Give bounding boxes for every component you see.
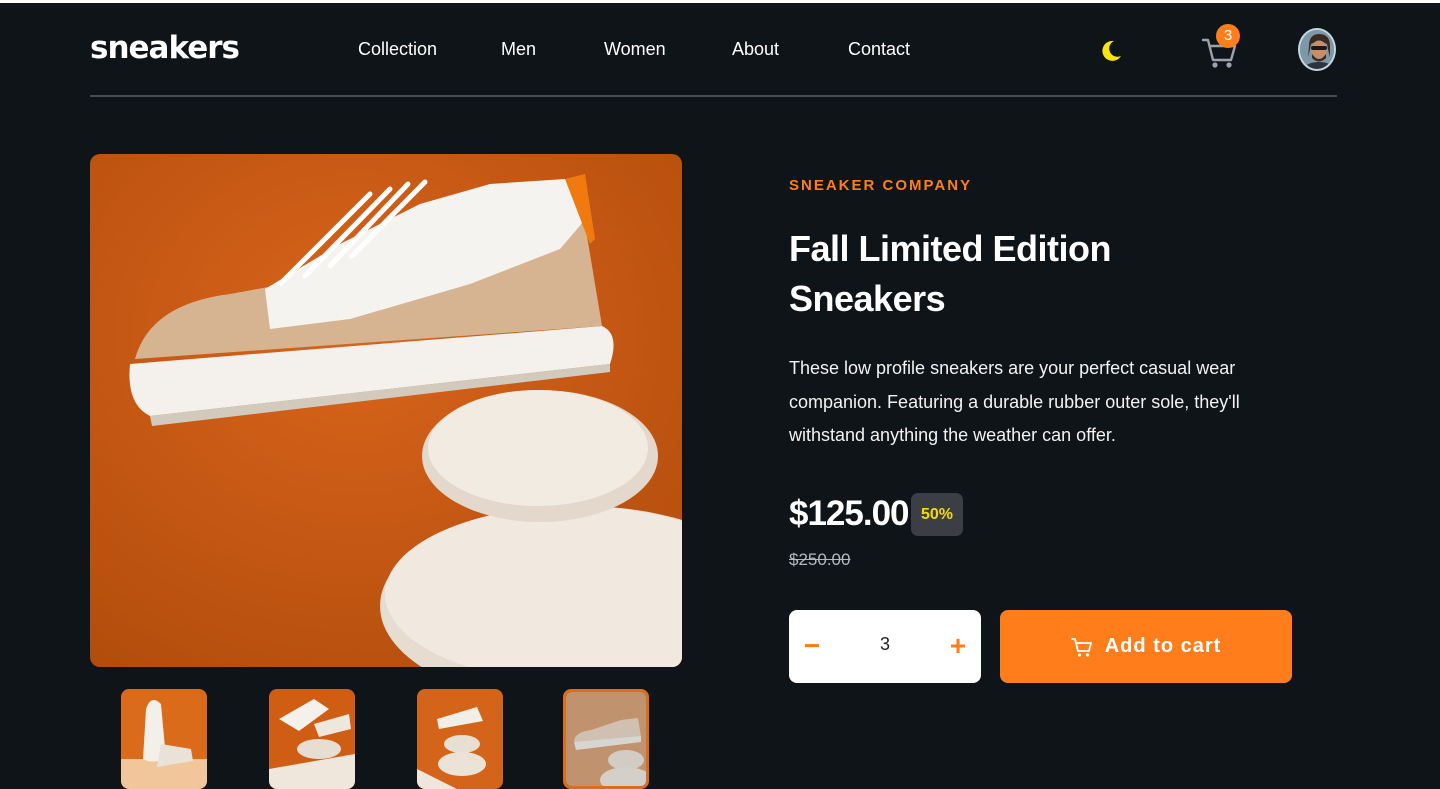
moon-icon[interactable] — [1098, 38, 1124, 64]
original-price: $250.00 — [789, 550, 851, 569]
quantity-value: 3 — [879, 634, 890, 654]
cart-count-badge: 3 — [1216, 24, 1240, 48]
decrease-quantity-button[interactable]: − — [797, 630, 827, 662]
nav-contact[interactable]: Contact — [848, 39, 910, 60]
add-to-cart-label: Add to cart — [1104, 635, 1222, 657]
site-header: sneakers Collection Men Women About Cont… — [90, 24, 1337, 97]
thumbnail-4[interactable] — [563, 689, 649, 789]
current-price: $125.00 — [789, 494, 910, 533]
quantity-stepper: − 3 + — [789, 610, 981, 683]
product-main-image[interactable] — [90, 154, 682, 667]
thumbnail-3[interactable] — [417, 689, 503, 789]
user-avatar[interactable] — [1298, 28, 1336, 71]
nav-men[interactable]: Men — [501, 39, 536, 60]
add-to-cart-button[interactable]: Add to cart — [1000, 610, 1292, 683]
nav-collection[interactable]: Collection — [358, 39, 437, 60]
logo[interactable]: sneakers — [90, 30, 240, 66]
product-title: Fall Limited Edition Sneakers — [789, 228, 1112, 319]
increase-quantity-button[interactable]: + — [943, 630, 973, 662]
thumbnail-2[interactable] — [269, 689, 355, 789]
nav-about[interactable]: About — [732, 39, 779, 60]
nav-women[interactable]: Women — [604, 39, 666, 60]
product-description: These low profile sneakers are your perf… — [789, 358, 1240, 445]
cart-icon — [1070, 637, 1092, 657]
thumbnail-1[interactable] — [121, 689, 207, 789]
company-name: SNEAKER COMPANY — [789, 177, 973, 194]
top-strip — [0, 0, 1440, 3]
discount-badge: 50% — [911, 493, 963, 536]
